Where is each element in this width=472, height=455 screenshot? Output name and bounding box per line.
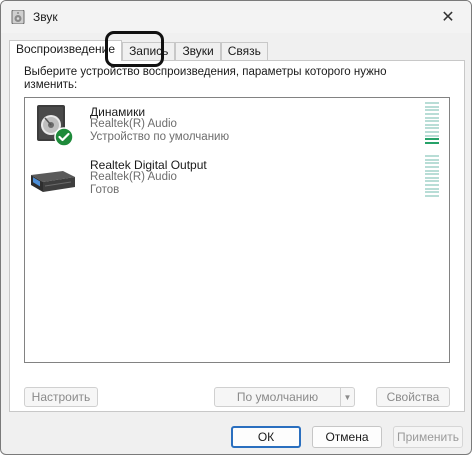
digital-output-icon [31, 171, 75, 192]
device-driver: Realtek(R) Audio [90, 118, 177, 130]
device-list[interactable]: Динамики Realtek(R) Audio Устройство по … [24, 97, 450, 363]
ok-button-label: ОК [257, 430, 275, 444]
close-icon: ✕ [441, 9, 455, 26]
properties-button-label: Свойства [386, 390, 440, 404]
properties-button[interactable]: Свойства [376, 387, 450, 407]
chevron-down-icon[interactable]: ▼ [340, 388, 354, 406]
device-name: Realtek Digital Output [90, 158, 207, 172]
ok-button[interactable]: ОК [231, 426, 301, 448]
cancel-button-label: Отмена [325, 430, 369, 444]
tab-sounds[interactable]: Звуки [175, 42, 221, 61]
device-item-digital-output[interactable]: Realtek Digital Output Realtek(R) Audio … [25, 153, 449, 203]
instruction-text: Выберите устройство воспроизведения, пар… [24, 66, 387, 91]
device-status: Устройство по умолчанию [90, 131, 230, 143]
title-bar[interactable]: Звук ✕ [1, 1, 471, 33]
panel-button-row: Настроить По умолчанию ▼ Свойства [24, 387, 450, 407]
device-driver: Realtek(R) Audio [90, 171, 177, 183]
playback-panel: Выберите устройство воспроизведения, пар… [9, 60, 465, 412]
device-name: Динамики [90, 105, 146, 119]
configure-button[interactable]: Настроить [24, 387, 98, 407]
device-item-speakers[interactable]: Динамики Realtek(R) Audio Устройство по … [25, 100, 449, 150]
configure-button-label: Настроить [31, 390, 91, 404]
speaker-icon [37, 105, 74, 147]
speaker-app-icon [11, 10, 25, 24]
set-default-button-label: По умолчанию [236, 390, 319, 404]
sound-dialog: Звук ✕ Воспроизведение Запись Звуки Связ… [0, 0, 472, 455]
set-default-button[interactable]: По умолчанию ▼ [214, 387, 355, 407]
volume-level-meter [425, 102, 439, 144]
recording-tab-highlight [105, 31, 164, 67]
volume-level-meter [425, 155, 439, 197]
device-status: Готов [90, 184, 120, 196]
apply-button-label: Применить [396, 430, 459, 444]
tab-communications[interactable]: Связь [220, 42, 268, 61]
apply-button[interactable]: Применить [393, 426, 463, 448]
window-title: Звук [33, 10, 58, 24]
close-button[interactable]: ✕ [425, 1, 471, 33]
cancel-button[interactable]: Отмена [312, 426, 382, 448]
